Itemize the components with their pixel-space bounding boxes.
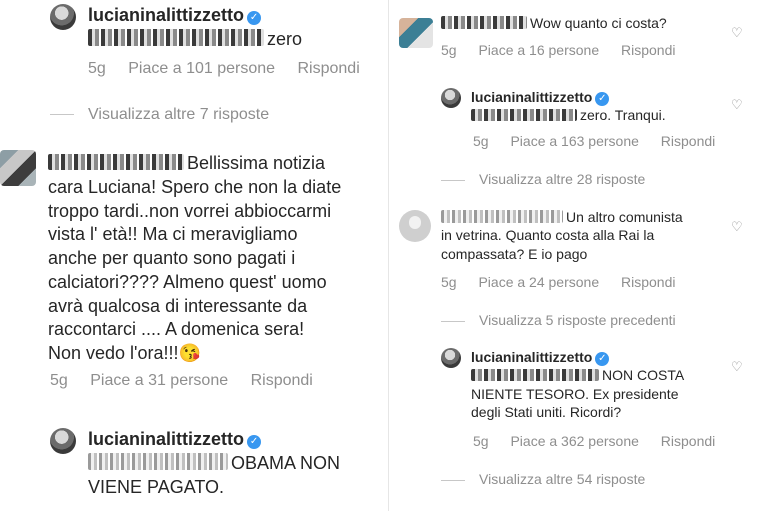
comment-age: 5g: [88, 60, 106, 77]
reply-button[interactable]: Rispondi: [661, 433, 715, 449]
comment-text-line: cara Luciana! Spero che non la diate: [48, 176, 342, 197]
redacted-username: [48, 153, 184, 170]
comment-text-line: Un altro comunista: [566, 209, 683, 225]
view-more-replies[interactable]: Visualizza altre 28 risposte: [441, 171, 645, 187]
comment-age: 5g: [473, 133, 489, 149]
heart-outline-icon[interactable]: ♡: [731, 26, 745, 40]
comment-text-line: Bellissima notizia: [187, 153, 326, 173]
view-more-replies[interactable]: Visualizza altre 54 risposte: [441, 471, 645, 487]
right-comments-panel: Wow quanto ci costa? 5g Piace a 16 perso…: [388, 0, 767, 511]
reply-button[interactable]: Rispondi: [251, 372, 313, 389]
comment-meta: 5g Piace a 16 persone Rispondi: [441, 42, 693, 58]
redacted-username: [441, 16, 527, 29]
comment-3: lucianinalittizzetto ✓ OBAMA NON VIENE PA…: [88, 428, 388, 499]
comment-text: zero: [267, 28, 303, 49]
comment-text: Wow quanto ci costa?: [530, 15, 667, 31]
avatar[interactable]: [0, 150, 36, 186]
verified-badge-icon: ✓: [595, 352, 610, 366]
reply-button[interactable]: Rispondi: [297, 60, 359, 77]
comment-text-line: VIENE PAGATO.: [88, 476, 225, 497]
comment-r2: lucianinalittizzetto ✓ zero. Tranqui.: [471, 88, 731, 125]
redacted-username: [441, 210, 563, 223]
comment-age: 5g: [441, 42, 457, 58]
comment-meta: 5g Piace a 163 persone Rispondi: [473, 133, 733, 149]
comment-meta: 5g Piace a 101 persone Rispondi: [88, 60, 378, 78]
comment-r3: Un altro comunista in vetrina. Quanto co…: [441, 208, 731, 263]
likes-count[interactable]: Piace a 16 persone: [478, 42, 599, 58]
likes-count[interactable]: Piace a 24 persone: [478, 274, 599, 290]
likes-count[interactable]: Piace a 101 persone: [128, 60, 275, 77]
username[interactable]: lucianinalittizzetto: [471, 349, 592, 365]
comment-text-line: anche per quanto sono pagati i: [48, 248, 296, 268]
view-more-replies[interactable]: Visualizza altre 7 risposte: [50, 106, 269, 124]
username[interactable]: lucianinalittizzetto: [471, 89, 592, 105]
verified-badge-icon: ✓: [247, 11, 262, 25]
likes-count[interactable]: Piace a 362 persone: [510, 433, 638, 449]
avatar[interactable]: [50, 428, 76, 454]
comment-text-line: troppo tardi..non vorrei abbioccarmi: [48, 200, 332, 221]
heart-outline-icon[interactable]: ♡: [731, 220, 745, 234]
heart-outline-icon[interactable]: ♡: [731, 98, 745, 112]
comment-text-line: avrà qualcosa di interessante da: [48, 295, 308, 316]
username[interactable]: lucianinalittizzetto: [88, 5, 244, 25]
comment-r4: lucianinalittizzetto ✓ NON COSTA NIENTE T…: [471, 348, 731, 422]
view-previous-replies[interactable]: Visualizza 5 risposte precedenti: [441, 312, 676, 328]
reply-button[interactable]: Rispondi: [621, 274, 675, 290]
comment-meta: 5g Piace a 24 persone Rispondi: [441, 274, 693, 290]
comment-meta: 5g Piace a 362 persone Rispondi: [473, 433, 733, 449]
comment-text-line: vista l' età!! Ma ci meravigliamo: [48, 224, 298, 245]
verified-badge-icon: ✓: [247, 435, 262, 449]
redacted-mention: [88, 453, 228, 470]
heart-outline-icon[interactable]: ♡: [731, 360, 745, 374]
comment-text-line: compassata? E io pago: [441, 245, 588, 262]
comment-meta: 5g Piace a 31 persone Rispondi: [50, 372, 331, 390]
avatar[interactable]: [441, 348, 461, 368]
comment-text-line: raccontarci .... A domenica sera!: [48, 319, 305, 340]
comment-text-line: calciatori???? Almeno quest' uomo: [48, 271, 327, 292]
redacted-mention: [88, 29, 264, 46]
left-comments-panel: lucianinalittizzetto ✓ zero 5g Piace a 10…: [0, 0, 388, 511]
verified-badge-icon: ✓: [595, 92, 610, 106]
comment-age: 5g: [50, 372, 68, 389]
comment-text-line: degli Stati uniti. Ricordi?: [471, 404, 622, 421]
likes-count[interactable]: Piace a 163 persone: [510, 133, 638, 149]
avatar[interactable]: [399, 18, 433, 48]
redacted-mention: [471, 108, 577, 122]
redacted-mention: [471, 368, 599, 382]
comment-age: 5g: [473, 433, 489, 449]
likes-count[interactable]: Piace a 31 persone: [90, 372, 228, 389]
comment-text-line: NIENTE TESORO. Ex presidente: [471, 385, 679, 402]
comment-age: 5g: [441, 274, 457, 290]
avatar[interactable]: [50, 4, 76, 30]
reply-button[interactable]: Rispondi: [621, 42, 675, 58]
comment-text-line: in vetrina. Quanto costa alla Rai la: [441, 227, 655, 244]
comment-text-line: OBAMA NON: [231, 452, 341, 473]
reply-button[interactable]: Rispondi: [661, 133, 715, 149]
avatar[interactable]: [399, 210, 431, 242]
comment-1: lucianinalittizzetto ✓ zero: [88, 4, 388, 52]
comment-2: Bellissima notizia cara Luciana! Spero c…: [48, 152, 378, 366]
comment-text-line: NON COSTA: [602, 367, 685, 384]
comment-text: zero. Tranqui.: [580, 107, 666, 124]
comment-r1: Wow quanto ci costa?: [441, 14, 731, 32]
comment-text-line: Non vedo l'ora!!!😘: [48, 343, 201, 363]
username[interactable]: lucianinalittizzetto: [88, 429, 244, 449]
avatar[interactable]: [441, 88, 461, 108]
